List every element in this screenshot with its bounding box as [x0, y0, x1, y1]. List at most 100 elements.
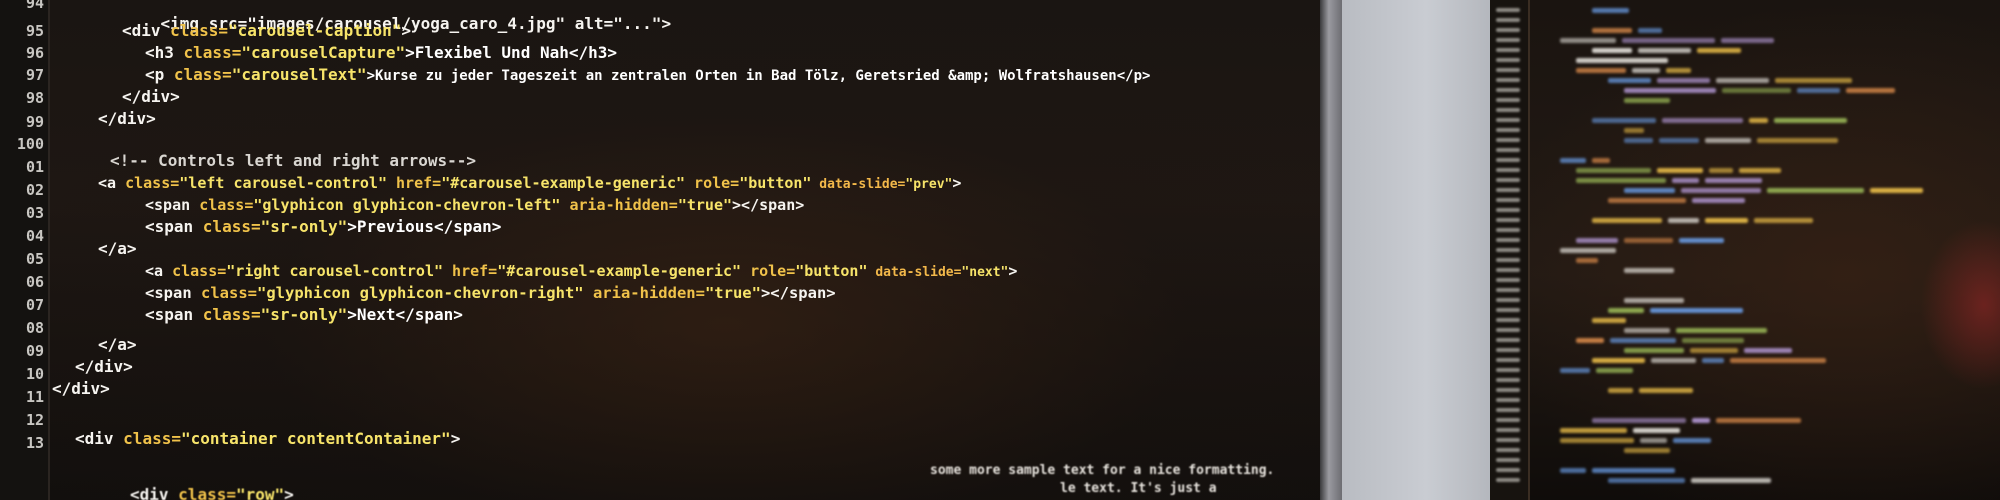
blurred-code-token	[1560, 468, 1586, 473]
line-number: 12	[25, 411, 44, 429]
code-token: >	[284, 485, 294, 500]
blurred-code-token	[1702, 358, 1724, 363]
blurred-code-token	[1592, 28, 1632, 33]
secondary-line-number	[1496, 48, 1520, 52]
code-token: class=	[202, 305, 261, 324]
secondary-line-number	[1496, 88, 1520, 92]
background-glow	[1920, 220, 2000, 390]
blurred-code-token	[1576, 68, 1626, 73]
blurred-code-token	[1846, 88, 1895, 93]
blurred-code-token	[1560, 158, 1586, 163]
blurred-code-token	[1672, 178, 1699, 183]
code-token: </div>	[75, 357, 133, 376]
blurred-code-token	[1592, 468, 1675, 473]
blurred-code-token	[1622, 38, 1715, 43]
blurred-code-token	[1560, 38, 1616, 43]
line-number-gutter: 94 95 96 97 98 99 100 01 02 03 04 05 06 …	[0, 0, 50, 500]
line-number: 08	[25, 319, 44, 337]
blurred-code-token	[1721, 38, 1774, 43]
secondary-line-number	[1496, 338, 1520, 342]
code-token: >Previous</span>	[347, 217, 502, 236]
secondary-line-number	[1496, 448, 1520, 452]
code-token: >	[401, 21, 411, 40]
code-token: "carouselText"	[231, 65, 367, 84]
blurred-code-token	[1676, 328, 1767, 333]
blurred-code-token	[1638, 48, 1691, 53]
blurred-code-token	[1682, 338, 1744, 343]
blurred-code-token	[1608, 388, 1633, 393]
code-token: <span	[145, 196, 200, 214]
line-number: 96	[25, 44, 44, 62]
blurred-code-token	[1592, 48, 1632, 53]
blurred-code-token	[1716, 78, 1769, 83]
code-token: "glyphicon glyphicon-chevron-right"	[257, 284, 584, 302]
blurred-code-token	[1624, 188, 1675, 193]
code-token: "#carousel-example-generic"	[441, 174, 686, 192]
secondary-line-number	[1496, 438, 1520, 442]
code-token: class=	[172, 262, 227, 280]
blurred-code-token	[1730, 358, 1826, 363]
blurred-code-token	[1633, 428, 1680, 433]
secondary-line-number	[1496, 168, 1520, 172]
code-token: <h3	[145, 43, 184, 62]
line-number: 13	[25, 434, 44, 452]
blurred-code-token	[1767, 188, 1864, 193]
code-token: >Kurse zu jeder Tageszeit an zentralen O…	[366, 68, 1151, 84]
code-token: data-slide=	[867, 265, 962, 280]
secondary-line-number	[1496, 388, 1520, 392]
code-token: "true"	[704, 284, 761, 302]
line-number: 02	[25, 181, 44, 199]
line-number: 05	[25, 250, 44, 268]
blurred-code-token	[1754, 218, 1813, 223]
code-comment: <!-- Controls left and right arrows-->	[110, 151, 477, 170]
blurred-code-token	[1639, 388, 1693, 393]
line-number: 07	[25, 296, 44, 314]
line-number: 98	[25, 89, 44, 107]
secondary-line-number	[1496, 348, 1520, 352]
blurred-code-token	[1592, 318, 1626, 323]
blurred-code-token	[1668, 218, 1699, 223]
blurred-code-token	[1692, 198, 1745, 203]
secondary-line-number	[1496, 98, 1520, 102]
code-token: "right carousel-control"	[226, 262, 444, 280]
code-token: "sr-only"	[260, 217, 348, 236]
blurred-code-token	[1576, 58, 1668, 63]
blurred-code-token	[1638, 28, 1662, 33]
code-line: <div class="carousel-caption">	[122, 20, 411, 43]
code-line: </div>	[122, 86, 180, 109]
secondary-line-number	[1496, 118, 1520, 122]
blurred-code-token	[1640, 438, 1667, 443]
code-token: <p	[145, 65, 174, 84]
code-line: </a>	[98, 334, 137, 357]
line-number: 99	[25, 113, 44, 131]
code-token: role=	[741, 262, 796, 280]
secondary-line-number	[1496, 218, 1520, 222]
blurred-code-token	[1592, 118, 1656, 123]
blurred-code-token	[1624, 298, 1684, 303]
code-token: ></span>	[760, 284, 836, 302]
code-line: <a class="left carousel-control" href="#…	[98, 172, 961, 197]
blurred-code-token	[1624, 128, 1644, 133]
blurred-code-token	[1757, 138, 1838, 143]
code-token: </a>	[98, 335, 137, 354]
blurred-code-token	[1624, 328, 1670, 333]
blurred-code-token	[1749, 118, 1768, 123]
secondary-line-number	[1496, 8, 1520, 12]
blurred-code-token	[1608, 478, 1685, 483]
code-line: <span class="sr-only">Next</span>	[145, 304, 463, 327]
blurred-code-token	[1560, 438, 1634, 443]
blurred-code-token	[1657, 168, 1703, 173]
code-token: href=	[387, 174, 442, 192]
secondary-line-number	[1496, 418, 1520, 422]
blurred-code-token	[1560, 368, 1590, 373]
blurred-code-token	[1592, 418, 1686, 423]
secondary-line-number	[1496, 178, 1520, 182]
blurred-code-token	[1610, 338, 1676, 343]
secondary-line-number	[1496, 208, 1520, 212]
code-token: class=	[202, 217, 261, 236]
code-editor[interactable]: 94 95 96 97 98 99 100 01 02 03 04 05 06 …	[0, 0, 1320, 500]
blurred-code-token	[1705, 218, 1748, 223]
secondary-line-number	[1496, 308, 1520, 312]
blurred-code-token	[1608, 308, 1644, 313]
code-token: </div>	[122, 87, 180, 106]
